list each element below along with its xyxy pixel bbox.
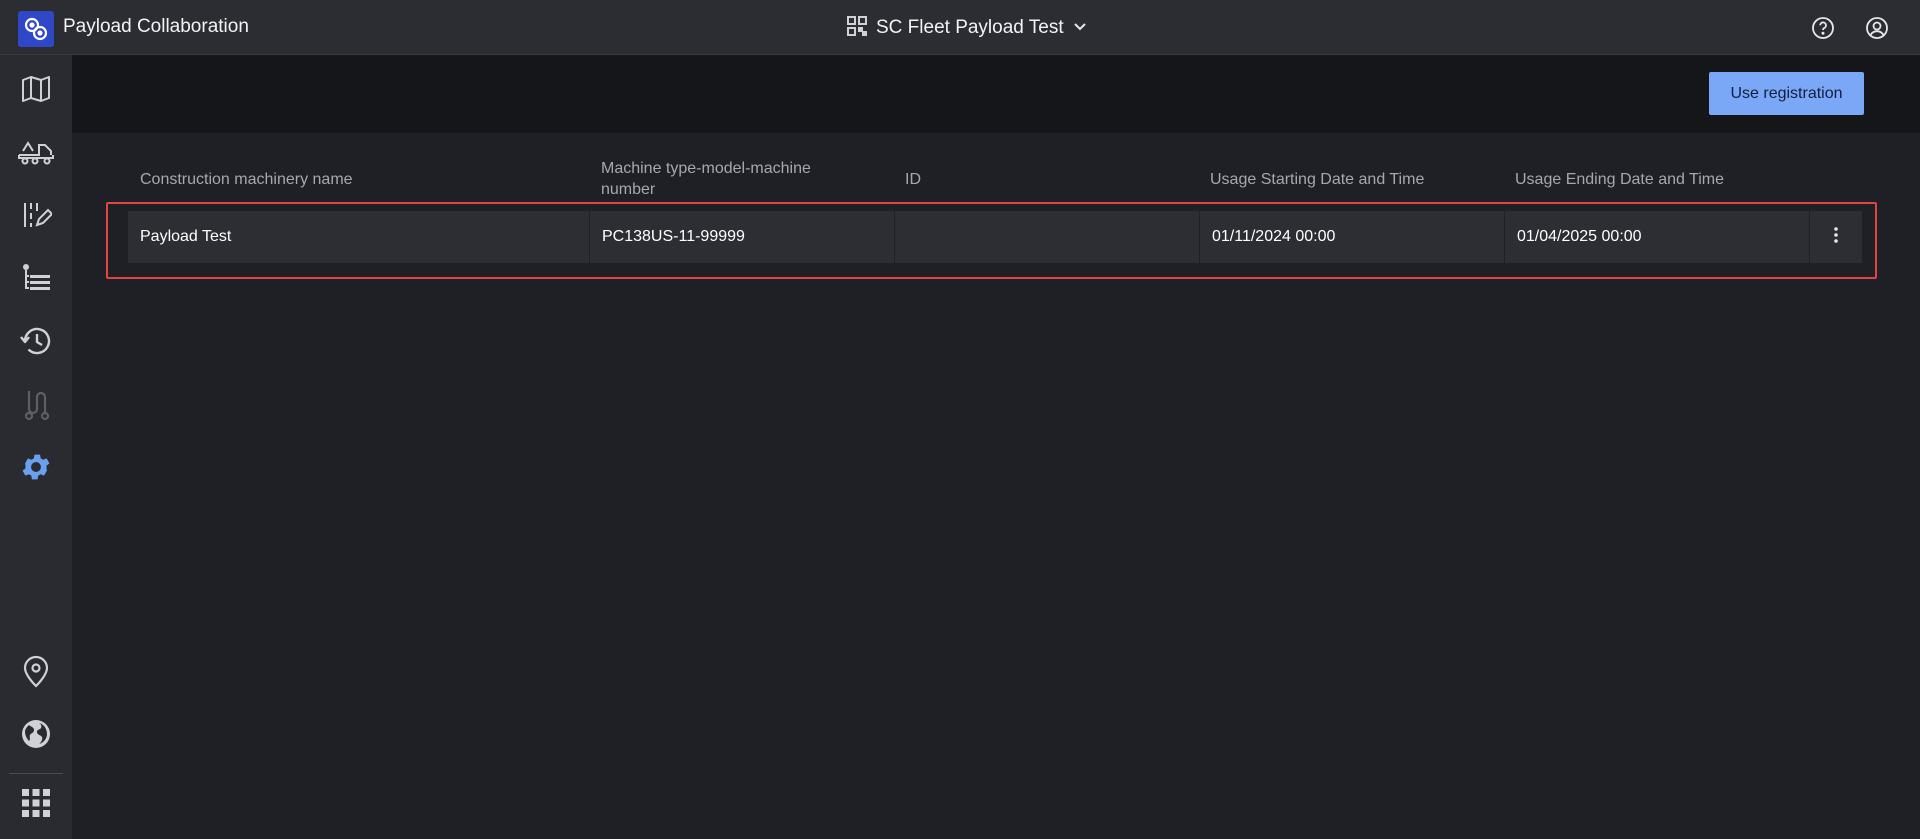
sidebar-item-location[interactable] — [0, 645, 72, 701]
cell-end: 01/04/2025 00:00 — [1505, 211, 1810, 263]
globe-icon — [20, 718, 52, 755]
row-menu-button[interactable] — [1810, 211, 1862, 263]
sidebar-item-globe[interactable] — [0, 708, 72, 764]
help-icon[interactable] — [1810, 15, 1836, 41]
sidebar-item-map[interactable] — [0, 63, 72, 119]
column-header-name[interactable]: Construction machinery name — [140, 150, 590, 208]
sidebar-item-vehicles[interactable] — [0, 126, 72, 182]
table-row[interactable]: Payload Test PC138US-11-99999 01/11/2024… — [128, 211, 1862, 263]
cell-start: 01/11/2024 00:00 — [1200, 211, 1505, 263]
app-title: Payload Collaboration — [63, 16, 249, 37]
action-toolbar: Use registration — [72, 55, 1920, 133]
app-grid-icon — [21, 788, 51, 823]
top-bar: Payload Collaboration SC Fleet Payload T… — [0, 0, 1920, 55]
column-header-end[interactable]: Usage Ending Date and Time — [1515, 150, 1805, 208]
cell-machine: PC138US-11-99999 — [590, 211, 895, 263]
column-header-machine[interactable]: Machine type-model-machine number — [601, 150, 861, 208]
route-icon — [20, 387, 52, 426]
map-icon — [20, 73, 52, 110]
qr-grid-icon — [846, 15, 868, 42]
sidebar-item-history[interactable] — [0, 315, 72, 371]
column-header-id[interactable]: ID — [905, 150, 1185, 208]
truck-icon — [17, 138, 55, 171]
history-icon — [19, 325, 53, 362]
sidebar-divider — [9, 773, 63, 774]
gear-icon — [19, 450, 53, 489]
edit-list-icon — [20, 199, 54, 236]
sidebar-item-apps[interactable] — [0, 777, 72, 833]
account-icon[interactable] — [1864, 15, 1890, 41]
sidebar — [0, 55, 72, 839]
cell-id — [895, 211, 1200, 263]
use-registration-button[interactable]: Use registration — [1709, 72, 1864, 115]
table-header: Construction machinery name Machine type… — [128, 150, 1862, 208]
fleet-selector[interactable]: SC Fleet Payload Test — [846, 15, 1088, 41]
fleet-name: SC Fleet Payload Test — [876, 17, 1064, 38]
column-header-start[interactable]: Usage Starting Date and Time — [1210, 150, 1500, 208]
sidebar-item-list[interactable] — [0, 252, 72, 308]
cell-name: Payload Test — [128, 211, 590, 263]
location-pin-icon — [21, 654, 51, 693]
sidebar-item-settings[interactable] — [0, 441, 72, 497]
machinery-table: Construction machinery name Machine type… — [128, 150, 1862, 208]
chevron-down-icon — [1072, 18, 1088, 39]
sidebar-item-edit[interactable] — [0, 189, 72, 245]
more-vertical-icon — [1833, 226, 1839, 249]
app-logo-icon[interactable] — [18, 11, 54, 47]
sidebar-item-route[interactable] — [0, 378, 72, 434]
list-icon — [20, 262, 52, 299]
